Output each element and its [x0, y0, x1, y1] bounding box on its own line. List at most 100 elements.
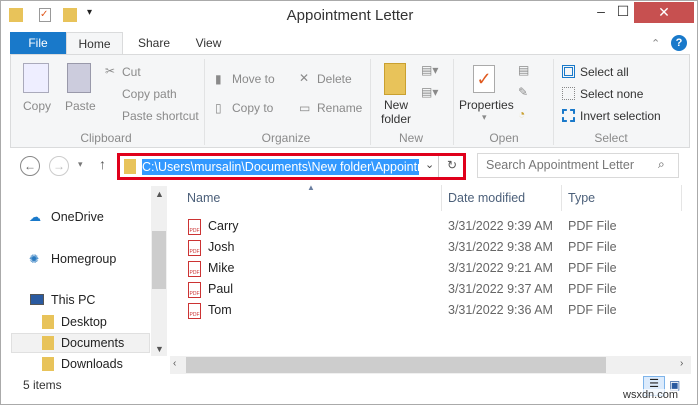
- column-header-type[interactable]: Type: [568, 191, 595, 205]
- column-header-name[interactable]: Name: [187, 191, 220, 205]
- downloads-folder-icon: [42, 357, 54, 371]
- cut-button[interactable]: Cut: [122, 65, 141, 79]
- file-row[interactable]: PDF Paul 3/31/2022 9:37 AM PDF File: [184, 280, 684, 301]
- file-name: Carry: [208, 219, 239, 233]
- tab-view[interactable]: View: [186, 32, 231, 55]
- file-row[interactable]: PDF Mike 3/31/2022 9:21 AM PDF File: [184, 259, 684, 280]
- delete-icon: ✕: [299, 71, 310, 85]
- forward-button[interactable]: →: [49, 156, 69, 176]
- select-all-button[interactable]: Select all: [580, 65, 629, 79]
- divider: [553, 59, 554, 145]
- scroll-right-icon[interactable]: ›: [680, 358, 683, 369]
- file-row[interactable]: PDF Josh 3/31/2022 9:38 AM PDF File: [184, 238, 684, 259]
- file-type: PDF File: [568, 219, 617, 233]
- file-date: 3/31/2022 9:36 AM: [448, 303, 553, 317]
- this-pc-icon: [30, 294, 44, 305]
- file-date: 3/31/2022 9:38 AM: [448, 240, 553, 254]
- horizontal-scrollbar-thumb[interactable]: [186, 357, 606, 373]
- nav-item-desktop[interactable]: Desktop: [61, 315, 107, 329]
- recent-locations-icon[interactable]: ▾: [78, 159, 83, 170]
- file-type: PDF File: [568, 303, 617, 317]
- file-date: 3/31/2022 9:37 AM: [448, 282, 553, 296]
- collapse-ribbon-icon[interactable]: ⌃: [651, 37, 660, 50]
- file-name: Tom: [208, 303, 232, 317]
- file-name: Josh: [208, 240, 235, 254]
- scroll-up-icon[interactable]: ▲: [155, 189, 164, 199]
- nav-item-downloads[interactable]: Downloads: [61, 357, 123, 371]
- homegroup-icon: ✺: [29, 252, 40, 266]
- properties-icon: ✓: [473, 65, 495, 93]
- copy-to-icon: ▯: [215, 101, 222, 115]
- nav-item-onedrive[interactable]: OneDrive: [51, 210, 104, 224]
- scissors-icon: ✂: [105, 64, 116, 78]
- move-to-icon: ▮: [215, 72, 222, 86]
- invert-selection-icon: [562, 109, 575, 122]
- file-type: PDF File: [568, 282, 617, 296]
- desktop-folder-icon: [42, 315, 54, 329]
- search-input[interactable]: Search Appointment Letter: [477, 153, 679, 178]
- copy-icon: [23, 63, 49, 93]
- address-path[interactable]: C:\Users\mursalin\Documents\New folder\A…: [142, 159, 419, 175]
- nav-item-homegroup[interactable]: Homegroup: [51, 252, 116, 266]
- select-none-button[interactable]: Select none: [580, 87, 643, 101]
- new-item-icon[interactable]: ▤▾: [421, 63, 438, 77]
- up-button[interactable]: ↑: [99, 156, 106, 172]
- explorer-window: ✓ ▾ Appointment Letter – ☐ ✕ File Home S…: [0, 0, 698, 405]
- delete-button[interactable]: Delete: [317, 72, 352, 86]
- folder-icon: [124, 159, 136, 174]
- file-row[interactable]: PDF Tom 3/31/2022 9:36 AM PDF File: [184, 301, 684, 322]
- open-icon[interactable]: ▤: [518, 63, 529, 77]
- divider: [438, 156, 439, 177]
- new-folder-icon: [384, 63, 406, 95]
- onedrive-icon: ☁: [29, 210, 41, 224]
- chevron-down-icon[interactable]: ▾: [482, 112, 487, 123]
- invert-selection-button[interactable]: Invert selection: [580, 109, 661, 123]
- file-type: PDF File: [568, 261, 617, 275]
- minimize-button[interactable]: –: [591, 1, 611, 23]
- pdf-icon: PDF: [188, 219, 201, 235]
- tab-home[interactable]: Home: [66, 32, 123, 55]
- group-label-new: New: [398, 131, 423, 145]
- pdf-icon: PDF: [188, 261, 201, 277]
- select-none-icon: [562, 87, 575, 100]
- paste-icon: [67, 63, 91, 93]
- nav-scrollbar-thumb[interactable]: [152, 231, 166, 289]
- nav-item-documents[interactable]: Documents: [61, 336, 124, 350]
- scroll-down-icon[interactable]: ▼: [155, 344, 164, 354]
- scroll-left-icon[interactable]: ‹: [173, 358, 176, 369]
- maximize-button[interactable]: ☐: [613, 1, 633, 23]
- tab-file[interactable]: File: [10, 32, 66, 55]
- divider: [370, 59, 371, 145]
- edit-icon[interactable]: ✎: [518, 85, 528, 99]
- pdf-icon: PDF: [188, 282, 201, 298]
- file-type: PDF File: [568, 240, 617, 254]
- copy-button[interactable]: Copy: [23, 99, 51, 113]
- refresh-button[interactable]: ↻: [447, 158, 457, 172]
- close-button[interactable]: ✕: [634, 2, 694, 23]
- paste-shortcut-button[interactable]: Paste shortcut: [122, 109, 199, 123]
- history-icon[interactable]: ◔: [518, 107, 525, 121]
- tab-share[interactable]: Share: [129, 32, 179, 55]
- address-bar[interactable]: C:\Users\mursalin\Documents\New folder\A…: [117, 153, 466, 180]
- properties-button[interactable]: Properties: [459, 98, 514, 112]
- file-name: Paul: [208, 282, 234, 296]
- rename-button[interactable]: Rename: [317, 101, 362, 115]
- help-icon[interactable]: ?: [671, 35, 687, 51]
- nav-item-this-pc[interactable]: This PC: [51, 293, 95, 307]
- divider: [681, 185, 682, 211]
- rename-icon: ▭: [299, 101, 311, 115]
- paste-button[interactable]: Paste: [65, 99, 96, 113]
- file-row[interactable]: PDF Carry 3/31/2022 9:39 AM PDF File: [184, 217, 684, 238]
- column-header-date-modified[interactable]: Date modified: [448, 191, 525, 205]
- new-folder-button[interactable]: New folder: [379, 98, 413, 126]
- copy-path-button[interactable]: Copy path: [122, 87, 177, 101]
- group-label-open: Open: [489, 131, 519, 145]
- divider: [453, 59, 454, 145]
- easy-access-icon[interactable]: ▤▾: [421, 85, 438, 99]
- divider: [441, 185, 442, 211]
- address-dropdown-icon[interactable]: ⌄: [425, 158, 434, 171]
- move-to-button[interactable]: Move to: [232, 72, 275, 86]
- status-item-count: 5 items: [23, 378, 62, 392]
- copy-to-button[interactable]: Copy to: [232, 101, 273, 115]
- back-button[interactable]: ←: [20, 156, 40, 176]
